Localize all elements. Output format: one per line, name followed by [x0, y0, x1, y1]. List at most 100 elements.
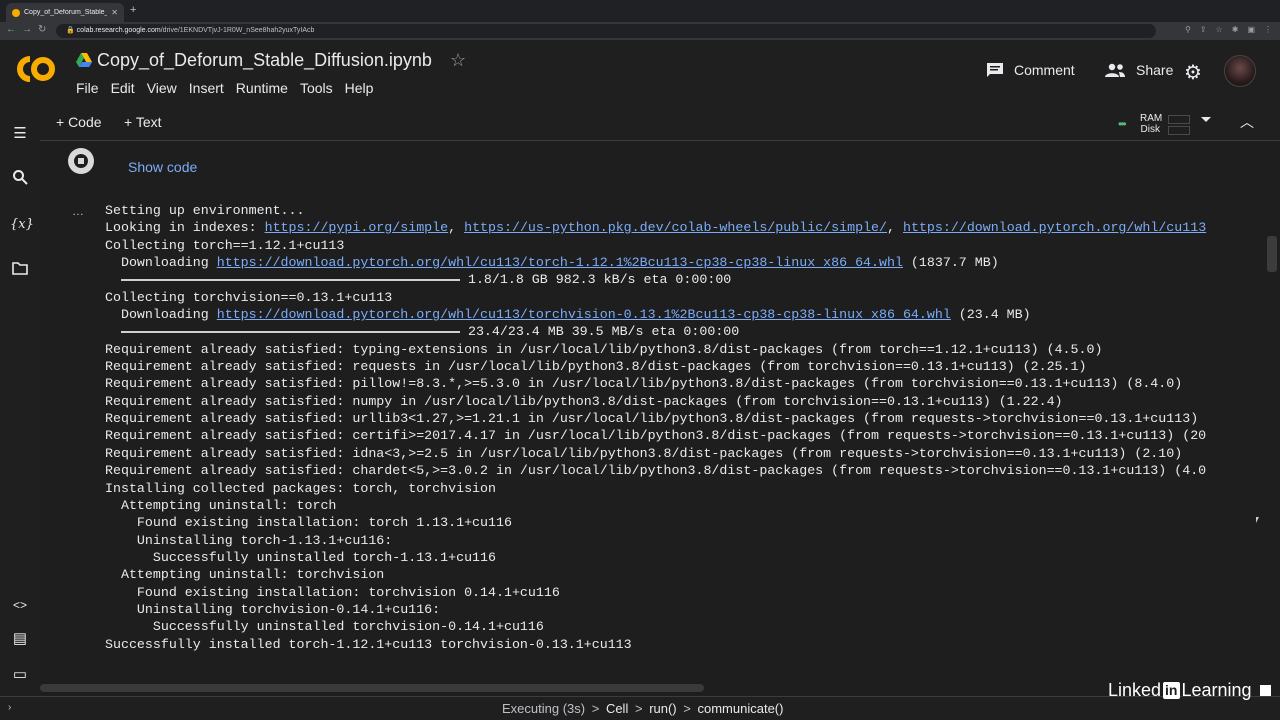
comment-button[interactable]: Comment — [986, 62, 1075, 78]
ram-label: RAM — [1140, 113, 1163, 124]
left-sidebar: ☰ {x} <> ▤ ▭ — [0, 104, 40, 696]
output-text: , — [448, 220, 465, 236]
disk-label: Disk — [1140, 124, 1160, 135]
forward-icon[interactable]: → — [22, 24, 32, 35]
colab-logo-icon[interactable] — [14, 54, 58, 84]
collapse-header-icon[interactable]: ︿ — [1240, 112, 1254, 132]
execution-status[interactable]: Executing (3s) > Cell > run() > communic… — [502, 701, 783, 716]
reload-icon[interactable]: ↻ — [38, 24, 46, 35]
extension-icon[interactable]: ✱ — [1232, 25, 1239, 34]
browser-tab-title: Copy_of_Deforum_Stable_Di — [24, 9, 108, 16]
output-text: (1837.7 MB) — [902, 255, 999, 271]
menu-help[interactable]: Help — [339, 80, 380, 96]
output-line: Downloading https://download.pytorch.org… — [105, 255, 999, 270]
star-notebook-icon[interactable]: ☆ — [450, 50, 466, 71]
output-line: Successfully uninstalled torch-1.13.1+cu… — [105, 549, 496, 565]
menu-file[interactable]: File — [70, 80, 105, 96]
zoom-icon[interactable]: ⚲ — [1185, 25, 1191, 34]
ram-usage-bar — [1168, 115, 1190, 124]
vertical-scrollbar[interactable] — [1267, 236, 1277, 272]
menu-edit[interactable]: Edit — [105, 80, 141, 96]
watermark-learning: Learning — [1181, 680, 1252, 700]
download-progress-bar — [120, 278, 460, 281]
output-line: Requirement already satisfied: typing-ex… — [105, 341, 1103, 357]
linkedin-learning-watermark: Linked in Learning — [1108, 680, 1271, 701]
notebook-title[interactable]: Copy_of_Deforum_Stable_Diffusion.ipynb — [97, 50, 432, 71]
notebook-toolbar: + Code + Text ••• RAM Disk ︿ — [0, 104, 1280, 141]
output-line: Requirement already satisfied: requests … — [105, 359, 1087, 375]
avatar[interactable] — [1224, 55, 1256, 87]
output-line: Installing collected packages: torch, to… — [105, 480, 496, 496]
search-icon[interactable] — [10, 169, 30, 189]
browser-tab-strip: Copy_of_Deforum_Stable_Di ✕ + — [0, 0, 1280, 22]
output-line: 23.4/23.4 MB 39.5 MB/s eta 0:00:00 — [105, 324, 739, 339]
stop-execution-button[interactable] — [68, 148, 94, 174]
breadcrumb-separator: > — [634, 701, 643, 716]
output-line: Attempting uninstall: torch — [105, 497, 337, 513]
output-text: , — [887, 220, 903, 236]
terminal-icon[interactable]: ▭ — [10, 665, 30, 685]
back-icon[interactable]: ← — [6, 24, 16, 35]
settings-gear-icon[interactable]: ⚙ — [1184, 60, 1202, 85]
output-line: Uninstalling torch-1.13.1+cu116: — [105, 532, 393, 548]
share-button[interactable]: Share — [1104, 62, 1173, 78]
runtime-dropdown-icon[interactable] — [1201, 117, 1211, 122]
output-actions-icon[interactable]: … — [72, 204, 85, 218]
sidepanel-icon[interactable]: ▣ — [1247, 25, 1255, 34]
url-host: colab.research.google.com — [76, 27, 161, 34]
menu-tools[interactable]: Tools — [294, 80, 339, 96]
close-tab-icon[interactable]: ✕ — [111, 8, 118, 17]
horizontal-scrollbar[interactable] — [40, 684, 704, 692]
output-line: Successfully uninstalled torchvision-0.1… — [105, 619, 544, 635]
variables-icon[interactable]: {x} — [10, 215, 34, 235]
status-run: run() — [649, 701, 677, 716]
output-link[interactable]: https://download.pytorch.org/whl/cu113 — [903, 220, 1206, 235]
output-link[interactable]: https://pypi.org/simple — [265, 220, 449, 235]
ram-disk-indicator[interactable]: ••• RAM Disk — [1116, 109, 1196, 137]
breadcrumb-separator: > — [591, 701, 600, 716]
menu-insert[interactable]: Insert — [183, 80, 230, 96]
output-text: (23.4 MB) — [950, 307, 1031, 323]
output-link[interactable]: https://download.pytorch.org/whl/cu113/t… — [217, 307, 951, 322]
watermark-linked: Linked — [1108, 680, 1162, 700]
people-icon — [1105, 63, 1125, 77]
output-line: Looking in indexes: https://pypi.org/sim… — [105, 220, 1206, 235]
files-folder-icon[interactable] — [10, 261, 30, 281]
browser-address-bar: ← → ↻ 🔒 colab.research.google.com/drive/… — [0, 22, 1280, 40]
browser-tab[interactable]: Copy_of_Deforum_Stable_Di ✕ — [6, 3, 124, 22]
menu-runtime[interactable]: Runtime — [230, 80, 294, 96]
output-line: Requirement already satisfied: chardet<5… — [105, 463, 1207, 479]
colab-favicon-icon — [12, 8, 20, 17]
output-line: Collecting torchvision==0.13.1+cu113 — [105, 289, 393, 305]
browser-menu-icon[interactable]: ⋮ — [1264, 25, 1272, 34]
progress-text: 1.8/1.8 GB 982.3 kB/s eta 0:00:00 — [467, 272, 732, 288]
share-page-icon[interactable]: ⇪ — [1200, 25, 1207, 34]
output-link[interactable]: https://download.pytorch.org/whl/cu113/t… — [217, 255, 903, 270]
google-drive-icon[interactable] — [76, 53, 92, 67]
output-line: Requirement already satisfied: certifi>=… — [105, 428, 1207, 444]
table-of-contents-icon[interactable]: ☰ — [10, 124, 30, 144]
new-tab-button[interactable]: + — [130, 4, 136, 16]
code-snippets-icon[interactable]: <> — [10, 595, 30, 615]
output-text: Downloading — [105, 307, 217, 323]
command-palette-icon[interactable]: ▤ — [10, 629, 30, 649]
disk-usage-bar — [1168, 126, 1190, 135]
expand-status-icon[interactable]: › — [8, 702, 11, 713]
mouse-cursor-icon — [1256, 517, 1259, 523]
show-code-link[interactable]: Show code — [128, 159, 197, 175]
comment-label: Comment — [1014, 62, 1075, 78]
output-line: Downloading https://download.pytorch.org… — [105, 307, 1031, 322]
url-field[interactable]: 🔒 colab.research.google.com/drive/1EKNDV… — [56, 24, 1156, 38]
add-text-button[interactable]: + Text — [124, 114, 162, 130]
progress-text: 23.4/23.4 MB 39.5 MB/s eta 0:00:00 — [467, 324, 740, 340]
add-code-button[interactable]: + Code — [56, 114, 102, 130]
bookmark-star-icon[interactable]: ☆ — [1216, 25, 1223, 34]
output-line: Successfully installed torch-1.12.1+cu11… — [105, 636, 632, 652]
menu-view[interactable]: View — [141, 80, 183, 96]
share-label: Share — [1136, 62, 1174, 78]
status-cell: Cell — [605, 701, 629, 716]
output-line: Collecting torch==1.12.1+cu113 — [105, 237, 345, 253]
output-line: Requirement already satisfied: pillow!=8… — [105, 376, 1183, 392]
colab-header: Copy_of_Deforum_Stable_Diffusion.ipynb ☆… — [0, 40, 1280, 104]
output-link[interactable]: https://us-python.pkg.dev/colab-wheels/p… — [464, 220, 887, 235]
